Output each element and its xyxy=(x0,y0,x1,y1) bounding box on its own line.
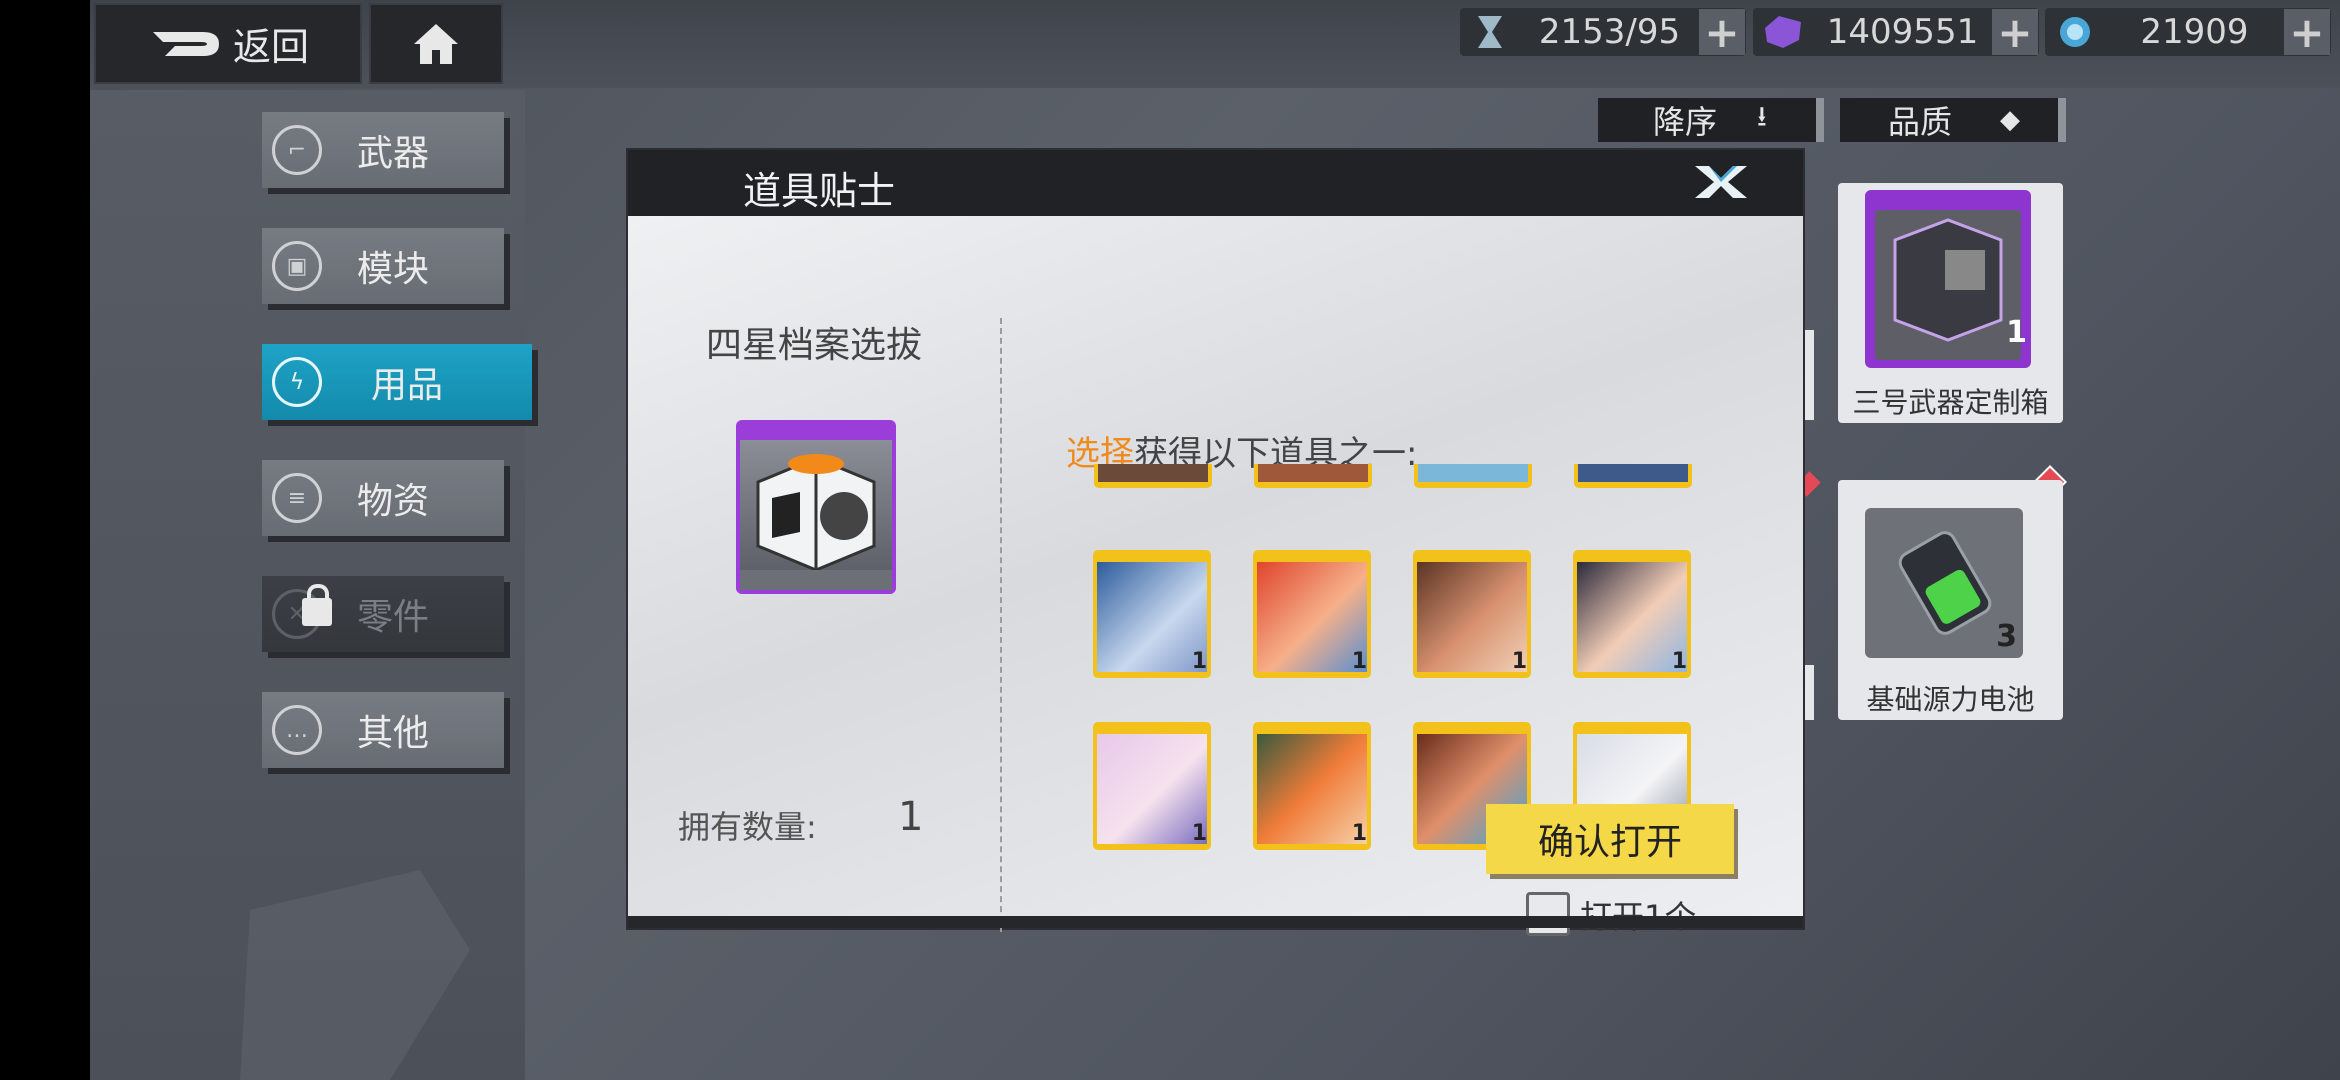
back-button[interactable]: 返回 xyxy=(94,3,362,84)
gun-icon: ⌐ xyxy=(272,125,322,175)
character-portrait-icon xyxy=(1417,562,1527,672)
character-portrait-icon xyxy=(1097,734,1207,844)
dialog-footer-bar xyxy=(628,916,1803,928)
blue-orb-icon xyxy=(2045,8,2105,56)
category-materials[interactable]: ≡ 物资 xyxy=(262,460,504,536)
option-count: 1 xyxy=(1671,649,1687,674)
category-supplies-active[interactable]: ϟ 用品 xyxy=(262,344,532,420)
down-arrow-icon: ⭳ xyxy=(1757,100,1767,133)
dialog-title: 道具贴士 xyxy=(743,169,896,213)
option-count: 1 xyxy=(1191,649,1207,674)
home-button[interactable] xyxy=(369,3,503,84)
add-crystal-button[interactable]: + xyxy=(1992,8,2038,57)
option-portrait[interactable]: 1 xyxy=(1253,550,1371,678)
selected-item-frame xyxy=(736,420,896,594)
option-count: 1 xyxy=(1191,821,1207,846)
category-label: 其他 xyxy=(356,713,429,754)
back-label: 返回 xyxy=(232,25,309,69)
hourglass-icon xyxy=(1460,8,1520,56)
lightning-icon: ϟ xyxy=(272,357,322,407)
add-stamina-button[interactable]: + xyxy=(1699,8,1745,57)
quality-label: 品质 xyxy=(1888,103,1953,141)
confirm-label: 确认打开 xyxy=(1537,822,1682,863)
quality-icon: ◆ xyxy=(2000,105,2021,135)
home-icon xyxy=(414,23,458,64)
inventory-item-weapon-box[interactable]: 1 三号武器定制箱 xyxy=(1838,183,2063,423)
owned-count: 1 xyxy=(898,794,924,840)
item-icon-frame: 3 xyxy=(1865,508,2023,658)
option-count: 1 xyxy=(1351,649,1367,674)
resource-value: 21909 xyxy=(2140,12,2249,52)
category-parts-locked[interactable]: ✕ 零件 xyxy=(262,576,504,652)
supplies-icon: ≡ xyxy=(272,473,322,523)
dialog-divider xyxy=(1000,318,1002,932)
close-icon xyxy=(1695,166,1747,198)
item-name: 四星档案选拔 xyxy=(705,325,922,366)
purple-crystal-icon xyxy=(1753,8,1813,56)
sort-order-label: 降序 xyxy=(1653,103,1718,141)
game-screen: 返回 2153/95 + 1409551 + 21909 + 降序 ⭳ 品质 ◆ xyxy=(0,0,2340,1080)
item-count: 3 xyxy=(1996,619,2017,654)
inventory-item-battery[interactable]: 3 基础源力电池 xyxy=(1838,480,2063,720)
lock-icon xyxy=(302,584,332,626)
character-portrait-icon xyxy=(1577,562,1687,672)
character-portrait-icon xyxy=(1257,734,1367,844)
category-other[interactable]: … 其他 xyxy=(262,692,504,768)
sort-order-button[interactable]: 降序 ⭳ xyxy=(1598,98,1824,142)
archive-box-icon xyxy=(756,454,876,572)
resource-stamina: 2153/95 + xyxy=(1460,8,1746,57)
character-portrait-icon xyxy=(1097,562,1207,672)
option-count: 1 xyxy=(1511,649,1527,674)
quality-filter-button[interactable]: 品质 ◆ xyxy=(1840,98,2066,142)
option-portrait[interactable]: 1 xyxy=(1573,550,1691,678)
open-one-checkbox[interactable] xyxy=(1526,892,1570,936)
close-button[interactable] xyxy=(1691,162,1751,202)
more-icon: … xyxy=(272,705,322,755)
item-name: 基础源力电池 xyxy=(1866,683,2035,716)
owned-label: 拥有数量: xyxy=(678,808,817,846)
left-letterbox xyxy=(0,0,90,1080)
options-scroll-area[interactable] xyxy=(1068,466,1418,926)
dialog-header: 道具贴士 xyxy=(628,150,1803,216)
character-portrait-icon xyxy=(1257,562,1367,672)
option-portrait[interactable]: 1 xyxy=(1253,722,1371,850)
category-label: 零件 xyxy=(356,597,429,638)
resource-orb: 21909 + xyxy=(2045,8,2331,57)
crate-icon xyxy=(1875,210,2021,360)
resource-value: 1409551 xyxy=(1826,12,1979,52)
open-one-label: 打开1个 xyxy=(1580,892,1696,938)
category-label: 用品 xyxy=(370,365,443,406)
item-frame-footer xyxy=(740,570,892,590)
resource-value: 2153/95 xyxy=(1538,12,1681,52)
resource-crystal: 1409551 + xyxy=(1753,8,2039,57)
option-portrait[interactable]: 1 xyxy=(1093,550,1211,678)
option-count: 1 xyxy=(1351,821,1367,846)
module-icon: ▣ xyxy=(272,241,322,291)
item-count: 1 xyxy=(2006,315,2027,350)
category-weapon[interactable]: ⌐ 武器 xyxy=(262,112,504,188)
option-portrait[interactable]: 1 xyxy=(1413,550,1531,678)
category-label: 物资 xyxy=(356,481,429,522)
option-portrait[interactable]: 1 xyxy=(1093,722,1211,850)
back-arrow-icon xyxy=(152,31,219,56)
confirm-open-button[interactable]: 确认打开 xyxy=(1486,804,1734,874)
category-label: 模块 xyxy=(356,249,429,290)
add-orb-button[interactable]: + xyxy=(2284,8,2330,57)
item-name: 三号武器定制箱 xyxy=(1852,386,2049,419)
item-icon-frame: 1 xyxy=(1865,190,2031,368)
category-label: 武器 xyxy=(356,133,429,174)
category-module[interactable]: ▣ 模块 xyxy=(262,228,504,304)
partial-option-row xyxy=(628,464,1803,492)
